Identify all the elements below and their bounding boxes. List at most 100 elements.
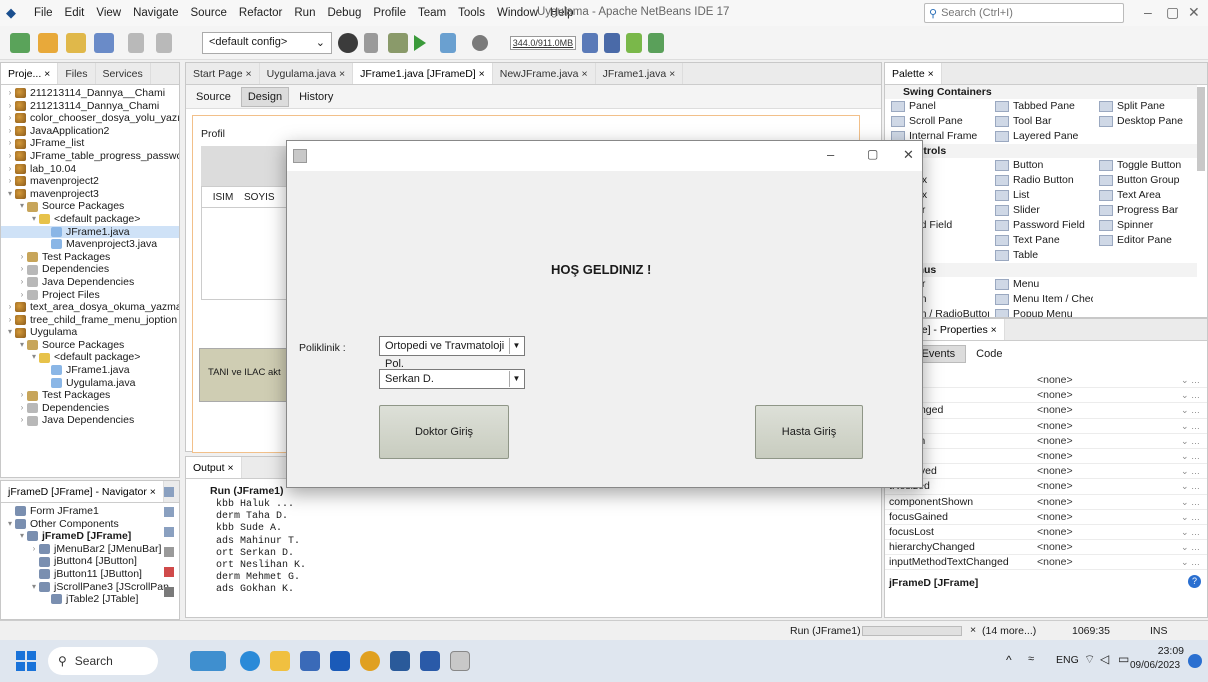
chevron-right-icon[interactable]: ›	[5, 301, 15, 314]
menu-item-profile[interactable]: Profile	[367, 7, 412, 19]
doctor-login-button[interactable]: Doktor Giriş	[379, 405, 509, 459]
tree-item[interactable]: jButton4 [JButton]	[1, 555, 179, 568]
property-dropdown-icon[interactable]: ⌄ …	[1181, 449, 1207, 463]
config-select[interactable]: <default config> ⌄	[202, 32, 332, 54]
tree-item[interactable]: ▾ Source Packages	[1, 339, 179, 352]
property-row[interactable]: esized<none>⌄ …	[885, 388, 1207, 404]
chevron-right-icon[interactable]: ›	[17, 289, 27, 302]
chevron-right-icon[interactable]: ›	[17, 263, 27, 276]
chevron-right-icon[interactable]: ›	[17, 389, 27, 402]
property-dropdown-icon[interactable]: ⌄ …	[1181, 403, 1207, 417]
property-dropdown-icon[interactable]: ⌄ …	[1181, 434, 1207, 448]
chevron-down-icon[interactable]: ▾	[17, 339, 27, 352]
palette-item[interactable]: Desktop Pane	[1093, 114, 1197, 129]
property-value[interactable]: <none>	[1037, 373, 1181, 387]
property-row[interactable]: componentShown <none> ⌄ …	[885, 495, 1207, 510]
file-explorer-icon[interactable]	[270, 651, 290, 671]
property-row[interactable]: focusLost <none> ⌄ …	[885, 525, 1207, 541]
chevron-right-icon[interactable]: ›	[5, 87, 15, 100]
output-tab[interactable]: Output ×	[186, 457, 242, 478]
close-icon[interactable]: ✕	[903, 147, 914, 163]
menu-item-navigate[interactable]: Navigate	[127, 7, 184, 19]
property-value[interactable]: <none>	[1037, 464, 1181, 478]
app-icon[interactable]	[390, 651, 410, 671]
palette-item[interactable]: Menu	[989, 277, 1093, 292]
close-icon[interactable]: ✕	[1188, 4, 1200, 21]
debug-icon[interactable]	[440, 33, 456, 53]
chevron-down-icon[interactable]: ▾	[17, 200, 27, 213]
palette-item[interactable]: Panel	[885, 99, 989, 114]
palette-item[interactable]: Radio Button	[989, 173, 1093, 188]
palette-item[interactable]: Scroll Pane	[885, 114, 989, 129]
tree-item[interactable]: › Dependencies	[1, 263, 179, 276]
property-row[interactable]: tHidden<none>⌄ …	[885, 434, 1207, 449]
property-dropdown-icon[interactable]: ⌄ …	[1181, 540, 1207, 554]
property-dropdown-icon[interactable]: ⌄ …	[1181, 373, 1207, 387]
tree-item[interactable]: › mavenproject2	[1, 175, 179, 188]
palette-item[interactable]: Layered Pane	[989, 129, 1093, 144]
property-dropdown-icon[interactable]: ⌄ …	[1181, 419, 1207, 433]
menu-item-edit[interactable]: Edit	[59, 7, 91, 19]
tree-item[interactable]: › Java Dependencies	[1, 414, 179, 427]
menu-item-tools[interactable]: Tools	[452, 7, 491, 19]
property-dropdown-icon[interactable]: ⌄ …	[1181, 479, 1207, 493]
tree-item[interactable]: Uygulama.java	[1, 377, 179, 390]
tab-files[interactable]: Files	[58, 63, 96, 84]
palette-item[interactable]: Text Pane	[989, 233, 1093, 248]
tree-item[interactable]: › Test Packages	[1, 389, 179, 402]
profile-icon[interactable]	[472, 35, 488, 51]
property-dropdown-icon[interactable]: ⌄ …	[1181, 495, 1207, 509]
property-row[interactable]: oved<none>⌄ …	[885, 373, 1207, 389]
chevron-right-icon[interactable]: ›	[5, 112, 15, 125]
palette-item[interactable]: Button Group	[1093, 173, 1197, 188]
menu-item-debug[interactable]: Debug	[321, 7, 367, 19]
window-icon[interactable]	[604, 33, 620, 53]
chevron-down-icon[interactable]: ▾	[29, 213, 39, 226]
menu-item-team[interactable]: Team	[412, 7, 452, 19]
property-value[interactable]: <none>	[1037, 388, 1181, 402]
editor-tab[interactable]: Uygulama.java ×	[260, 63, 354, 84]
menu-item-source[interactable]: Source	[184, 7, 232, 19]
wifi-icon[interactable]: ⌔	[1084, 652, 1095, 667]
view-design[interactable]: Design	[240, 86, 290, 107]
palette-category[interactable]: Controls	[885, 144, 1197, 158]
memory-indicator[interactable]: 344.0/911.0MB	[510, 36, 576, 50]
chevron-down-icon[interactable]: ▾	[29, 351, 39, 364]
tab-services[interactable]: Services	[96, 63, 151, 84]
menu-item-file[interactable]: File	[28, 7, 59, 19]
chevron-down-icon[interactable]: ▾	[5, 518, 15, 531]
status-more[interactable]: (14 more...)	[982, 625, 1036, 637]
navigator-tab[interactable]: jFrameD [JFrame] - Navigator ×	[1, 481, 164, 502]
chevron-right-icon[interactable]: ›	[5, 175, 15, 188]
property-value[interactable]: <none>	[1037, 419, 1181, 433]
tree-item[interactable]: JFrame1.java	[1, 364, 179, 377]
editor-tab[interactable]: JFrame1.java ×	[596, 63, 684, 84]
taskbar-search[interactable]: ⚲ Search	[48, 647, 158, 675]
menu-item-window[interactable]: Window	[491, 7, 544, 19]
tree-item[interactable]: Mavenproject3.java	[1, 238, 179, 251]
tree-item[interactable]: › color_chooser_dosya_yolu_yazı	[1, 112, 179, 125]
windows-start-icon[interactable]	[16, 651, 36, 671]
palette-item[interactable]: Spinner	[1093, 218, 1197, 233]
arrow-right-icon[interactable]	[164, 527, 174, 537]
update-icon[interactable]	[648, 33, 664, 53]
tree-item[interactable]: ▾ mavenproject3	[1, 188, 179, 201]
patient-login-button[interactable]: Hasta Giriş	[755, 405, 863, 459]
property-dropdown-icon[interactable]: ⌄ …	[1181, 525, 1207, 539]
rerun-icon[interactable]	[164, 487, 174, 497]
chevron-right-icon[interactable]: ›	[5, 100, 15, 113]
widgets-icon[interactable]	[190, 651, 226, 671]
chevron-right-icon[interactable]: ›	[5, 314, 15, 327]
tree-item[interactable]: ▾ Uygulama	[1, 326, 179, 339]
tree-item[interactable]: › jMenuBar2 [JMenuBar]	[1, 543, 179, 556]
tree-item[interactable]: ▾ jFrameD [JFrame]	[1, 530, 179, 543]
palette-item[interactable]: Table	[989, 248, 1093, 263]
chevron-right-icon[interactable]: ›	[5, 137, 15, 150]
tree-item[interactable]: › 211213114_Dannya_Chami	[1, 100, 179, 113]
chevron-right-icon[interactable]: ›	[17, 276, 27, 289]
clean-build-icon[interactable]	[364, 33, 378, 53]
property-row[interactable]: tMoved<none>⌄ …	[885, 449, 1207, 465]
undo-icon[interactable]	[128, 33, 144, 53]
property-row[interactable]: focusGained <none> ⌄ …	[885, 510, 1207, 525]
palette-item[interactable]: List	[989, 188, 1093, 203]
